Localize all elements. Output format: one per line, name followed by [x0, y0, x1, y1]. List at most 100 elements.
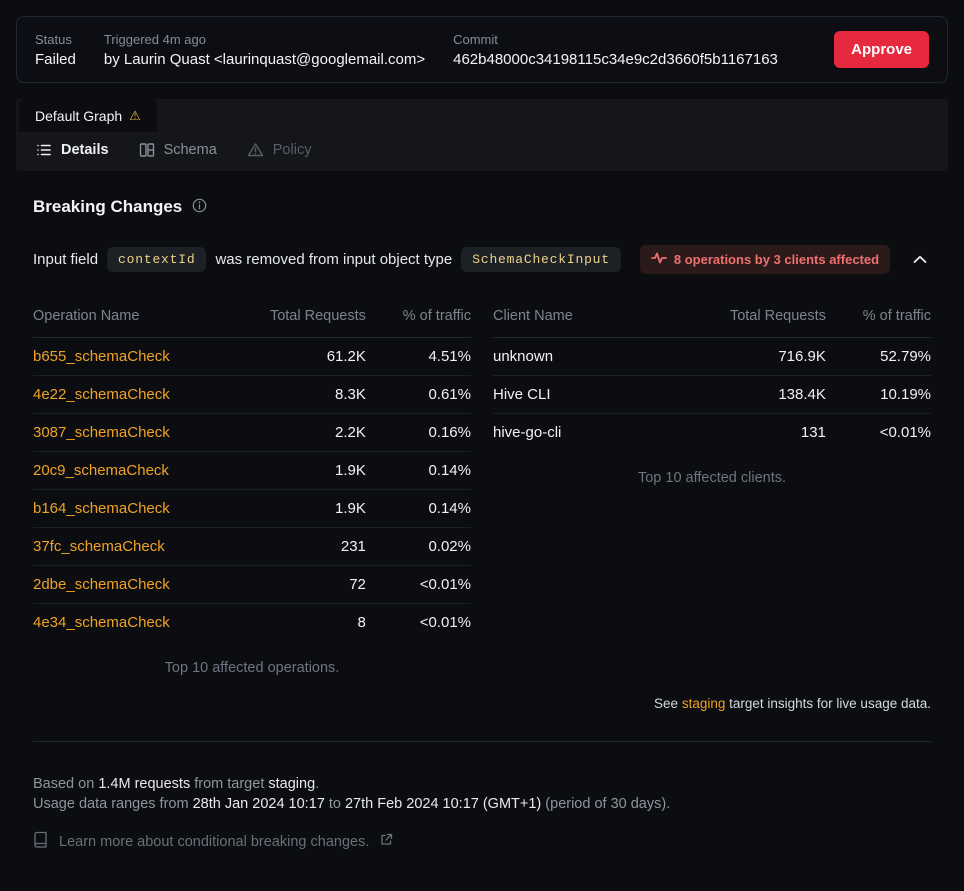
- staging-link[interactable]: staging: [682, 696, 726, 711]
- status-value: Failed: [35, 51, 76, 68]
- table-row: 4e22_schemaCheck 8.3K 0.61%: [33, 376, 471, 414]
- client-name-cell: Hive CLI: [493, 376, 695, 414]
- range-prefix: Usage data ranges from: [33, 796, 189, 812]
- status-label: Status: [35, 32, 76, 47]
- from-target-text: from target: [194, 776, 264, 792]
- total-requests-cell: 716.9K: [695, 338, 826, 376]
- info-icon: [192, 198, 207, 217]
- total-requests-cell: 1.9K: [235, 452, 366, 490]
- total-requests-cell: 8: [235, 604, 366, 642]
- column-header: Total Requests: [695, 298, 826, 338]
- client-name-cell: unknown: [493, 338, 695, 376]
- tab-policy[interactable]: Policy: [247, 142, 312, 158]
- learn-more-label: Learn more about conditional breaking ch…: [59, 834, 369, 850]
- table-row: Hive CLI 138.4K 10.19%: [493, 376, 931, 414]
- see-note-prefix: See: [654, 696, 678, 711]
- traffic-cell: <0.01%: [366, 604, 471, 642]
- affected-badge: 8 operations by 3 clients affected: [640, 245, 890, 274]
- operation-link[interactable]: 2dbe_schemaCheck: [33, 576, 170, 593]
- column-header: % of traffic: [366, 298, 471, 338]
- operation-link[interactable]: 20c9_schemaCheck: [33, 462, 169, 479]
- see-note-suffix: target insights for live usage data.: [729, 696, 931, 711]
- triggered-label: Triggered 4m ago: [104, 32, 425, 47]
- change-field-chip: contextId: [107, 247, 206, 272]
- traffic-cell: 0.16%: [366, 414, 471, 452]
- operation-link[interactable]: 37fc_schemaCheck: [33, 538, 165, 555]
- clients-caption: Top 10 affected clients.: [493, 451, 931, 492]
- usage-range-line: Usage data ranges from 28th Jan 2024 10:…: [33, 794, 931, 814]
- commit-value: 462b48000c34198115c34e9c2d3660f5b1167163: [453, 51, 778, 68]
- operation-link[interactable]: 4e34_schemaCheck: [33, 614, 170, 631]
- breaking-change-row: Input field contextId was removed from i…: [33, 245, 931, 274]
- see-staging-note: See staging target insights for live usa…: [33, 696, 931, 711]
- table-row: hive-go-cli 131 <0.01%: [493, 414, 931, 452]
- table-row: unknown 716.9K 52.79%: [493, 338, 931, 376]
- tab-schema-label: Schema: [164, 142, 217, 158]
- table-row: 4e34_schemaCheck 8 <0.01%: [33, 604, 471, 642]
- range-end: 27th Feb 2024 10:17 (GMT+1): [345, 796, 541, 812]
- commit-field: Commit 462b48000c34198115c34e9c2d3660f5b…: [453, 32, 778, 68]
- section-divider: [33, 741, 931, 742]
- based-on-line: Based on 1.4M requests from target stagi…: [33, 774, 931, 794]
- tab-details-label: Details: [61, 142, 109, 158]
- clients-usage-table: Client Name Total Requests % of traffic …: [493, 298, 931, 682]
- chevron-up-icon: [913, 255, 927, 264]
- table-row: 20c9_schemaCheck 1.9K 0.14%: [33, 452, 471, 490]
- change-type-chip: SchemaCheckInput: [461, 247, 621, 272]
- traffic-cell: 0.02%: [366, 528, 471, 566]
- book-icon: [33, 831, 48, 852]
- table-row: b164_schemaCheck 1.9K 0.14%: [33, 490, 471, 528]
- breaking-changes-title: Breaking Changes: [33, 197, 182, 217]
- operation-link[interactable]: b655_schemaCheck: [33, 348, 170, 365]
- tab-policy-label: Policy: [273, 142, 312, 158]
- based-on-prefix: Based on: [33, 776, 94, 792]
- period-dot: .: [315, 776, 319, 792]
- total-requests-cell: 1.9K: [235, 490, 366, 528]
- column-header: Client Name: [493, 298, 695, 338]
- triggered-field: Triggered 4m ago by Laurin Quast <laurin…: [104, 32, 425, 68]
- operations-caption: Top 10 affected operations.: [33, 641, 471, 682]
- collapse-button[interactable]: [909, 251, 931, 268]
- total-requests-cell: 231: [235, 528, 366, 566]
- tab-default-graph[interactable]: Default Graph ⚠: [19, 99, 157, 132]
- column-header: % of traffic: [826, 298, 931, 338]
- operation-link[interactable]: 4e22_schemaCheck: [33, 386, 170, 403]
- details-panel: Breaking Changes Input field contextId w…: [0, 197, 964, 852]
- traffic-cell: 52.79%: [826, 338, 931, 376]
- usage-summary: Based on 1.4M requests from target stagi…: [33, 774, 931, 814]
- check-summary-card: Status Failed Triggered 4m ago by Laurin…: [16, 16, 948, 83]
- commit-label: Commit: [453, 32, 778, 47]
- column-header: Operation Name: [33, 298, 235, 338]
- traffic-cell: 0.61%: [366, 376, 471, 414]
- total-requests-cell: 138.4K: [695, 376, 826, 414]
- list-icon: [36, 142, 52, 158]
- subtab-row: Details Schema Policy: [16, 132, 948, 171]
- graph-tab-row: Default Graph ⚠: [16, 99, 948, 132]
- table-row: 2dbe_schemaCheck 72 <0.01%: [33, 566, 471, 604]
- target-name: staging: [268, 776, 315, 792]
- total-requests-cell: 72: [235, 566, 366, 604]
- graph-tab-label: Default Graph: [35, 108, 122, 124]
- table-row: 3087_schemaCheck 2.2K 0.16%: [33, 414, 471, 452]
- approve-button[interactable]: Approve: [834, 31, 929, 68]
- range-period: (period of 30 days).: [545, 796, 670, 812]
- traffic-cell: 0.14%: [366, 452, 471, 490]
- range-to: to: [329, 796, 341, 812]
- operation-link[interactable]: b164_schemaCheck: [33, 500, 170, 517]
- columns-icon: [139, 142, 155, 158]
- tab-details[interactable]: Details: [36, 142, 109, 158]
- change-middle: was removed from input object type: [215, 251, 452, 268]
- affected-badge-label: 8 operations by 3 clients affected: [674, 252, 879, 267]
- range-start: 28th Jan 2024 10:17: [193, 796, 325, 812]
- warning-triangle-icon: [247, 142, 264, 158]
- traffic-cell: 10.19%: [826, 376, 931, 414]
- learn-more-link[interactable]: Learn more about conditional breaking ch…: [33, 831, 393, 852]
- column-header: Total Requests: [235, 298, 366, 338]
- tab-strip: Default Graph ⚠ Details Schema Policy: [16, 99, 948, 171]
- pulse-icon: [651, 251, 667, 268]
- operations-usage-table: Operation Name Total Requests % of traff…: [33, 298, 471, 682]
- traffic-cell: <0.01%: [366, 566, 471, 604]
- traffic-cell: 4.51%: [366, 338, 471, 376]
- operation-link[interactable]: 3087_schemaCheck: [33, 424, 170, 441]
- tab-schema[interactable]: Schema: [139, 142, 217, 158]
